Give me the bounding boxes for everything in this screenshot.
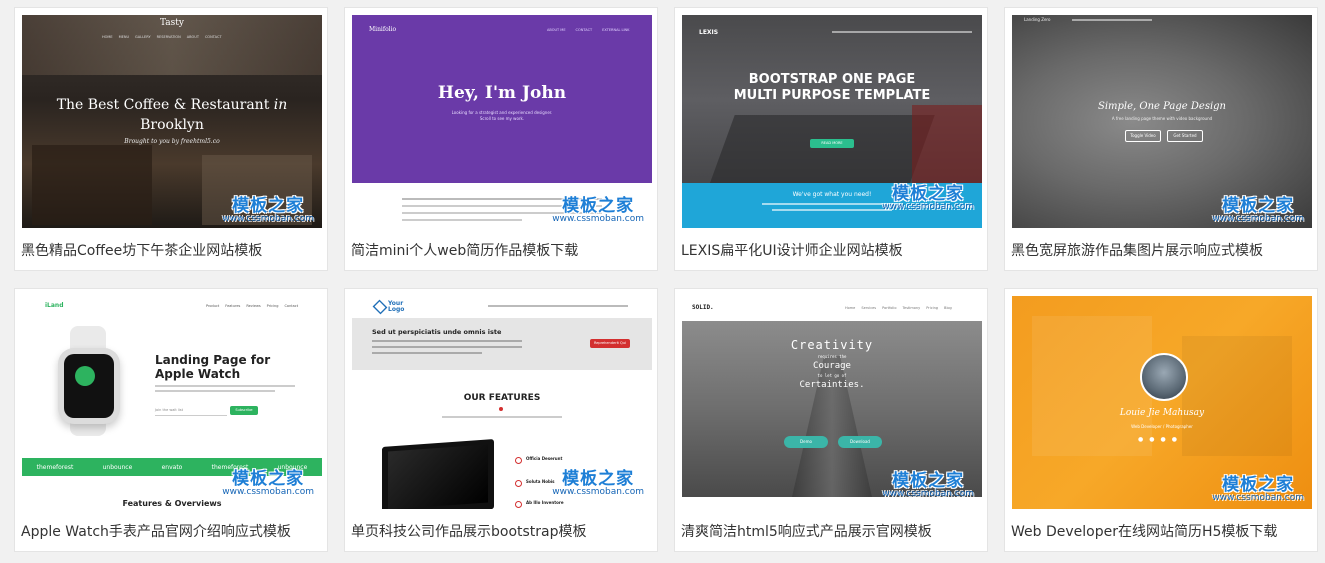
preview-nav-item: RESERVATION bbox=[156, 35, 181, 39]
preview-headline: Certainties. bbox=[799, 380, 865, 390]
preview-nav-item: Home bbox=[845, 306, 856, 310]
preview-headline: Landing Page for Apple Watch bbox=[155, 353, 271, 381]
linkedin-icon: ● bbox=[1160, 436, 1166, 443]
template-card[interactable]: Your Logo Sed ut perspiciatis unde omnis… bbox=[344, 288, 658, 552]
preview-nav-item: Blog bbox=[944, 306, 952, 310]
preview-headline: Sed ut perspiciatis unde omnis iste bbox=[372, 328, 502, 336]
template-thumbnail[interactable]: iLand Product Features Reviews Pricing C… bbox=[22, 296, 322, 509]
template-thumbnail[interactable]: Minifolio ABOUT ME CONTACT EXTERNAL LINK… bbox=[352, 15, 652, 228]
preview-headline: Simple, One Page Design bbox=[1098, 101, 1226, 112]
preview-brand: Landing Zero bbox=[1024, 17, 1051, 22]
preview-nav-item: ABOUT bbox=[186, 35, 199, 39]
template-title[interactable]: Apple Watch手表产品官网介绍响应式模板 bbox=[21, 521, 321, 541]
preview-headline: Brooklyn bbox=[140, 117, 204, 133]
preview-button: Subscribe bbox=[230, 406, 258, 415]
template-title[interactable]: LEXIS扁平化UI设计师企业网站模板 bbox=[681, 240, 981, 260]
preview-brand: SOLID. bbox=[692, 304, 714, 311]
preview-headline: to let go of bbox=[817, 373, 847, 378]
template-thumbnail[interactable]: Your Logo Sed ut perspiciatis unde omnis… bbox=[352, 296, 652, 509]
preview-nav-item: EXTERNAL LINK bbox=[602, 28, 630, 32]
preview-nav-item: ABOUT ME bbox=[547, 28, 566, 32]
template-thumbnail[interactable]: Landing Zero Simple, One Page Design A f… bbox=[1012, 15, 1312, 228]
preview-feature-item: Soluta Nobis bbox=[526, 479, 555, 484]
preview-nav-item: Services bbox=[861, 306, 877, 310]
preview-button: Download bbox=[838, 436, 882, 448]
template-thumbnail[interactable]: LEXIS BOOTSTRAP ONE PAGE MULTI PURPOSE T… bbox=[682, 15, 982, 228]
watermark: 模板之家 www.cssmoban.com bbox=[552, 196, 644, 224]
template-title[interactable]: 黑色精品Coffee坊下午茶企业网站模板 bbox=[21, 240, 321, 260]
preview-nav-item: Contact bbox=[284, 304, 299, 308]
preview-nav-item: CONTACT bbox=[575, 28, 593, 32]
preview-brand: iLand bbox=[45, 302, 64, 309]
preview-subtitle: Web Developer / Photographer bbox=[1131, 424, 1193, 429]
template-card[interactable]: Louie Jie Mahusay Web Developer / Photog… bbox=[1004, 288, 1318, 552]
template-card[interactable]: Tasty HOME MENU GALLERY RESERVATION ABOU… bbox=[14, 7, 328, 271]
preview-logo: themeforest bbox=[36, 463, 74, 471]
template-title[interactable]: 单页科技公司作品展示bootstrap模板 bbox=[351, 521, 651, 541]
preview-headline: in bbox=[273, 97, 288, 113]
preview-feature-item: Ab Illo Inventore bbox=[526, 500, 564, 505]
watermark: 模板之家 www.cssmoban.com bbox=[882, 471, 974, 499]
preview-headline: The Best Coffee & Restaurant bbox=[56, 97, 270, 113]
template-title[interactable]: 黑色宽屏旅游作品集图片展示响应式模板 bbox=[1011, 240, 1311, 260]
preview-button: Get Started bbox=[1167, 130, 1203, 142]
preview-nav-item: Product bbox=[206, 304, 220, 308]
avatar bbox=[1140, 353, 1188, 401]
watermark: 模板之家 www.cssmoban.com bbox=[552, 469, 644, 497]
template-title[interactable]: Web Developer在线网站简历H5模板下载 bbox=[1011, 521, 1311, 541]
preview-feature-item: Officia Deserunt bbox=[526, 456, 563, 461]
preview-brand: LEXIS bbox=[699, 29, 719, 36]
watermark: 模板之家 www.cssmoban.com bbox=[222, 469, 314, 497]
preview-nav-item: Reviews bbox=[246, 304, 261, 308]
preview-button: Toggle Video bbox=[1125, 130, 1161, 142]
preview-brand: Tasty bbox=[160, 18, 184, 28]
preview-nav-item: CONTACT bbox=[204, 35, 222, 39]
preview-headline: BOOTSTRAP ONE PAGE bbox=[748, 72, 916, 87]
preview-logo: envato bbox=[161, 463, 183, 471]
preview-headline: requires the bbox=[817, 354, 847, 359]
template-thumbnail[interactable]: Louie Jie Mahusay Web Developer / Photog… bbox=[1012, 296, 1312, 509]
preview-headline: Hey, I'm John bbox=[437, 83, 567, 103]
watermark: 模板之家 www.cssmoban.com bbox=[1212, 196, 1304, 224]
preview-nav-item: HOME bbox=[102, 35, 113, 39]
preview-nav-item: Testimony bbox=[902, 306, 921, 310]
dribbble-icon: ● bbox=[1171, 436, 1177, 443]
preview-subtitle: Brought to you by freehtml5.co bbox=[124, 138, 220, 145]
preview-headline: Courage bbox=[813, 361, 851, 371]
twitter-icon: ● bbox=[1138, 436, 1144, 443]
template-card[interactable]: LEXIS BOOTSTRAP ONE PAGE MULTI PURPOSE T… bbox=[674, 7, 988, 271]
preview-input: Join the wait list bbox=[155, 406, 227, 416]
preview-brand: Your Logo bbox=[388, 300, 405, 313]
template-title[interactable]: 清爽简洁html5响应式产品展示官网模板 bbox=[681, 521, 981, 541]
preview-logo: unbounce bbox=[102, 463, 133, 471]
preview-nav-item: Pricing bbox=[926, 306, 939, 310]
preview-section-title: Features & Overviews bbox=[122, 499, 222, 508]
preview-button: READ MORE bbox=[810, 139, 854, 148]
template-thumbnail[interactable]: SOLID. Home Services Portfolio Testimony… bbox=[682, 296, 982, 509]
template-card[interactable]: iLand Product Features Reviews Pricing C… bbox=[14, 288, 328, 552]
template-card[interactable]: Landing Zero Simple, One Page Design A f… bbox=[1004, 7, 1318, 271]
watermark: 模板之家 www.cssmoban.com bbox=[882, 184, 974, 212]
template-card[interactable]: Minifolio ABOUT ME CONTACT EXTERNAL LINK… bbox=[344, 7, 658, 271]
preview-subtitle: A free landing page theme with video bac… bbox=[1111, 116, 1213, 121]
watermark: 模板之家 www.cssmoban.com bbox=[1212, 475, 1304, 503]
preview-nav-item: MENU bbox=[118, 35, 130, 39]
watermark: 模板之家 www.cssmoban.com bbox=[222, 196, 314, 224]
template-title[interactable]: 简洁mini个人web简历作品模板下载 bbox=[351, 240, 651, 260]
preview-section-title: OUR FEATURES bbox=[463, 393, 541, 403]
preview-button: Reprehenderit Qui bbox=[590, 339, 630, 348]
preview-nav-item: Portfolio bbox=[882, 306, 897, 310]
preview-button: Demo bbox=[784, 436, 828, 448]
preview-brand: Minifolio bbox=[369, 26, 397, 33]
preview-nav-item: Pricing bbox=[266, 304, 279, 308]
preview-headline: Creativity bbox=[790, 338, 874, 352]
preview-headline: MULTI PURPOSE TEMPLATE bbox=[733, 88, 931, 103]
facebook-icon: ● bbox=[1149, 436, 1155, 443]
preview-subtitle: Looking for a strategist and experienced… bbox=[451, 110, 553, 121]
template-card[interactable]: SOLID. Home Services Portfolio Testimony… bbox=[674, 288, 988, 552]
preview-name: Louie Jie Mahusay bbox=[1119, 408, 1205, 418]
preview-nav-item: Features bbox=[225, 304, 241, 308]
preview-nav-item: GALLERY bbox=[135, 35, 151, 39]
template-thumbnail[interactable]: Tasty HOME MENU GALLERY RESERVATION ABOU… bbox=[22, 15, 322, 228]
